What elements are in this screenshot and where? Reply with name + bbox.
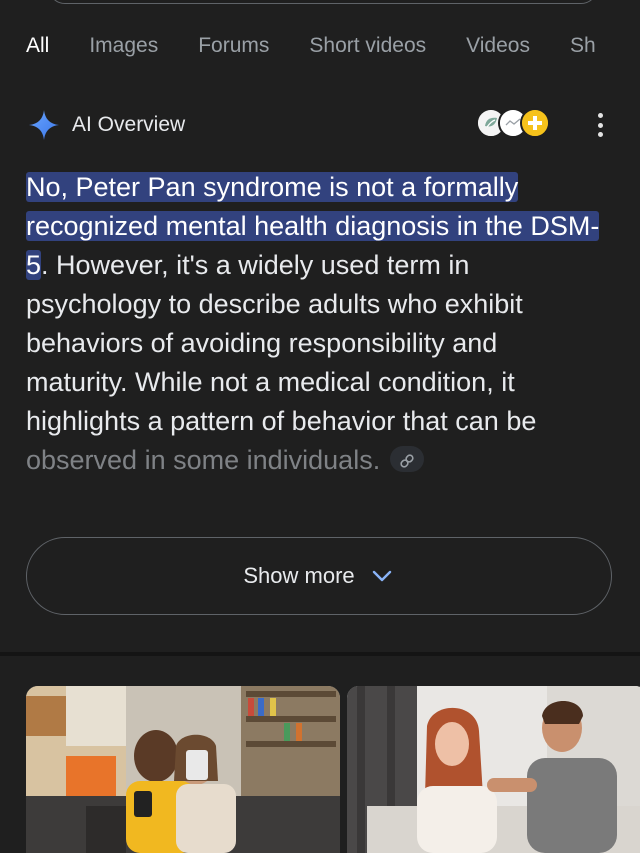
chevron-down-icon: [372, 570, 391, 582]
sparkle-icon: [29, 110, 59, 140]
photo-thumbnail: [347, 686, 640, 853]
search-bar[interactable]: [48, 0, 598, 4]
section-divider: [0, 652, 640, 656]
more-vert-icon[interactable]: [592, 113, 608, 137]
link-icon: [400, 454, 414, 468]
tab-all[interactable]: All: [26, 30, 49, 70]
tab-shopping[interactable]: Sh: [570, 30, 596, 70]
tab-images[interactable]: Images: [89, 30, 158, 70]
site-logo-icon: [522, 110, 548, 136]
tab-videos[interactable]: Videos: [466, 30, 530, 70]
ai-overview-text: No, Peter Pan syndrome is not a formally…: [26, 168, 606, 480]
ai-overview-title: AI Overview: [72, 113, 186, 136]
overview-body: . However, it's a widely used term in ps…: [26, 250, 537, 436]
search-tabs: All Images Forums Short videos Videos Sh: [26, 30, 640, 70]
show-more-button[interactable]: Show more: [26, 537, 612, 615]
image-result-couple-talking[interactable]: [347, 686, 640, 853]
source-avatars[interactable]: [476, 108, 550, 138]
overview-faded-text: observed in some individuals.: [26, 445, 381, 475]
tab-forums[interactable]: Forums: [198, 30, 269, 70]
link-chip[interactable]: [390, 445, 425, 472]
show-more-label: Show more: [243, 563, 355, 588]
photo-thumbnail: [26, 686, 340, 853]
source-avatar[interactable]: [520, 108, 550, 138]
image-result-couple-on-couch[interactable]: [26, 686, 340, 853]
tab-short-videos[interactable]: Short videos: [309, 30, 426, 70]
ai-overview-header: AI Overview: [28, 108, 618, 142]
